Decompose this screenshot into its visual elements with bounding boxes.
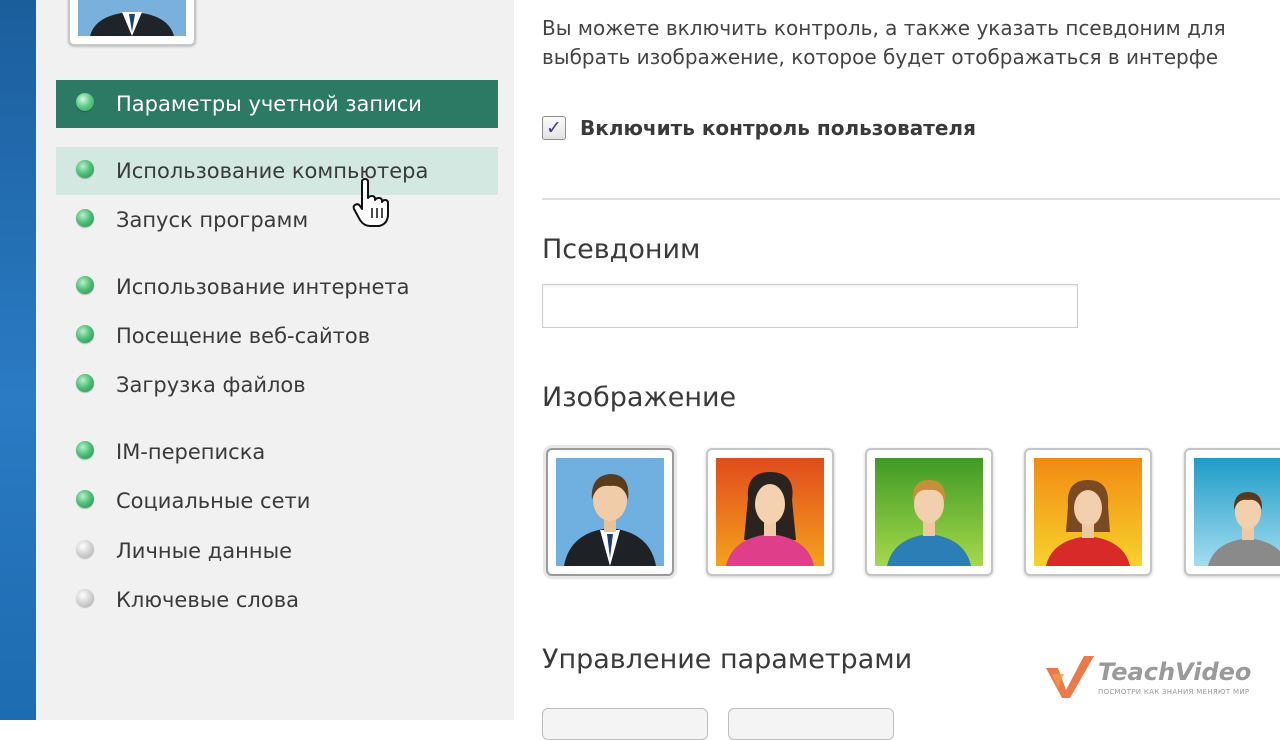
sidebar-item-label: Посещение веб-сайтов — [116, 324, 371, 348]
man-gray-shirt-avatar-icon — [1194, 458, 1280, 566]
sidebar-item-internet-usage[interactable]: Использование интернета — [56, 263, 498, 311]
divider — [542, 198, 1280, 200]
avatar-option-man-gray-shirt[interactable] — [1184, 448, 1280, 576]
desktop-background — [0, 0, 36, 720]
status-gray-icon — [76, 589, 94, 607]
sidebar-item-social-networks[interactable]: Социальные сети — [56, 477, 498, 525]
avatar-option-girl-red-shirt[interactable] — [1024, 448, 1152, 576]
status-gray-icon — [76, 540, 94, 558]
intro-line-1: Вы можете включить контроль, а также ука… — [542, 16, 1226, 40]
manage-button-2[interactable] — [728, 708, 894, 740]
enable-control-label[interactable]: Включить контроль пользователя — [580, 116, 976, 140]
alias-heading: Псевдоним — [542, 234, 701, 265]
sidebar-item-account-settings[interactable]: Параметры учетной записи — [56, 80, 498, 128]
main-panel: Вы можете включить контроль, а также ука… — [514, 0, 1280, 740]
watermark-tagline: ПОСМОТРИ КАК ЗНАНИЯ МЕНЯЮТ МИР — [1098, 688, 1250, 696]
sidebar-item-personal-data[interactable]: Личные данные — [56, 527, 498, 575]
enable-control-checkbox[interactable]: ✓ — [542, 116, 566, 140]
sidebar-item-label: Личные данные — [116, 539, 293, 563]
status-green-icon — [76, 276, 94, 294]
sidebar: Параметры учетной записи Использование к… — [36, 0, 515, 720]
teachvideo-watermark: TeachVideo ПОСМОТРИ КАК ЗНАНИЯ МЕНЯЮТ МИ… — [1044, 654, 1264, 704]
sidebar-item-label: Загрузка файлов — [116, 373, 306, 397]
status-green-icon — [76, 374, 94, 392]
manage-settings-heading: Управление параметрами — [542, 644, 913, 675]
watermark-title: TeachVideo — [1098, 658, 1252, 686]
sidebar-item-label: Ключевые слова — [116, 588, 299, 612]
avatar-option-woman-dark-hair[interactable] — [706, 448, 834, 576]
sidebar-item-label: Параметры учетной записи — [116, 92, 422, 116]
sidebar-item-keywords[interactable]: Ключевые слова — [56, 576, 498, 624]
checkmark-icon: ✓ — [546, 117, 562, 139]
sidebar-item-computer-usage[interactable]: Использование компьютера — [56, 147, 498, 195]
user-avatar-icon — [78, 0, 186, 36]
sidebar-item-file-downloads[interactable]: Загрузка файлов — [56, 361, 498, 409]
sidebar-item-website-visits[interactable]: Посещение веб-сайтов — [56, 312, 498, 360]
status-green-icon — [76, 490, 94, 508]
sidebar-item-program-launch[interactable]: Запуск программ — [56, 196, 498, 244]
intro-text: Вы можете включить контроль, а также ука… — [542, 14, 1280, 72]
enable-control-row[interactable]: ✓ Включить контроль пользователя — [542, 116, 976, 140]
intro-line-2: выбрать изображение, которое будет отобр… — [542, 45, 1219, 69]
sidebar-item-label: IM-переписка — [116, 440, 266, 464]
manage-button-1[interactable] — [542, 708, 708, 740]
woman-dark-hair-avatar-icon — [716, 458, 824, 566]
sidebar-item-label: Использование интернета — [116, 275, 410, 299]
man-in-suit-avatar-icon — [556, 458, 664, 566]
status-green-icon — [76, 441, 94, 459]
hand-pointer-cursor-icon — [352, 178, 389, 227]
image-heading: Изображение — [542, 382, 737, 413]
boy-blond-avatar-icon — [875, 458, 983, 566]
girl-red-shirt-avatar-icon — [1034, 458, 1142, 566]
status-green-icon — [76, 160, 94, 178]
status-green-icon — [76, 93, 94, 111]
sidebar-item-label: Социальные сети — [116, 489, 311, 513]
alias-input[interactable] — [542, 284, 1078, 328]
teachvideo-logo-icon — [1046, 656, 1094, 698]
parental-control-window: Параметры учетной записи Использование к… — [36, 0, 1280, 740]
current-user-avatar — [68, 0, 196, 46]
avatar-option-man-in-suit[interactable] — [546, 448, 674, 576]
status-green-icon — [76, 325, 94, 343]
sidebar-item-im-messaging[interactable]: IM-переписка — [56, 428, 498, 476]
status-green-icon — [76, 209, 94, 227]
sidebar-item-label: Запуск программ — [116, 208, 309, 232]
avatar-option-boy-blond[interactable] — [865, 448, 993, 576]
